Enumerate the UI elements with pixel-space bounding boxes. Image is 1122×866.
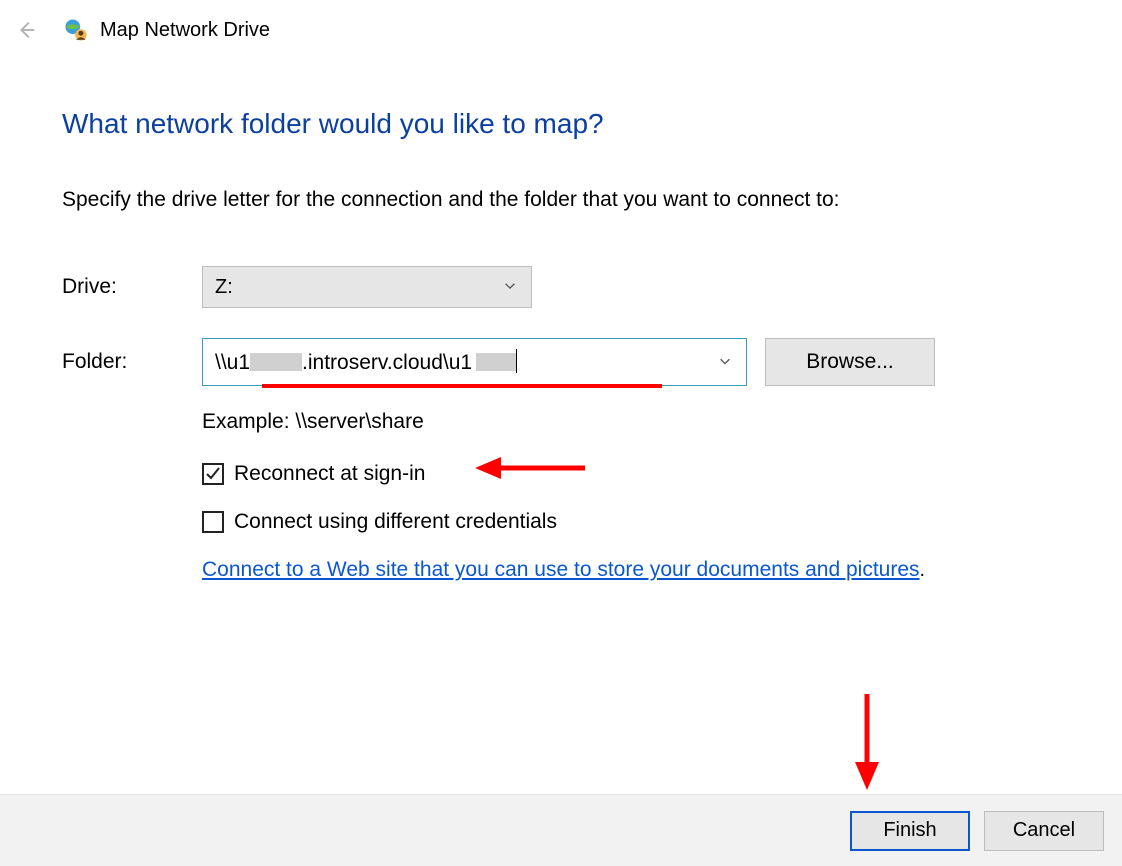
reconnect-checkbox-row[interactable]: Reconnect at sign-in — [202, 462, 1072, 486]
link-row: Connect to a Web site that you can use t… — [202, 558, 1072, 582]
link-suffix: . — [920, 559, 926, 581]
drive-select[interactable]: Z: — [202, 266, 532, 308]
browse-button[interactable]: Browse... — [765, 338, 935, 386]
dialog-footer: Finish Cancel — [0, 794, 1122, 866]
reconnect-label: Reconnect at sign-in — [234, 462, 425, 486]
drive-label: Drive: — [62, 275, 202, 299]
instruction-text: Specify the drive letter for the connect… — [62, 188, 1072, 212]
titlebar: Map Network Drive — [0, 0, 1122, 48]
credentials-checkbox-row[interactable]: Connect using different credentials — [202, 510, 1072, 534]
back-button[interactable] — [12, 16, 40, 44]
annotation-arrow-down — [852, 694, 882, 790]
checkbox-icon — [202, 463, 224, 485]
chevron-down-icon — [718, 350, 732, 374]
network-drive-icon — [62, 16, 90, 44]
annotation-underline — [262, 384, 662, 388]
checkbox-icon — [202, 511, 224, 533]
redacted-text — [250, 353, 302, 371]
page-heading: What network folder would you like to ma… — [62, 108, 1072, 140]
window-title: Map Network Drive — [100, 19, 270, 42]
arrow-left-icon — [15, 19, 37, 41]
browse-button-label: Browse... — [806, 350, 894, 374]
connect-website-link[interactable]: Connect to a Web site that you can use t… — [202, 558, 920, 581]
finish-button[interactable]: Finish — [850, 811, 970, 851]
folder-combobox[interactable]: \\u1.introserv.cloud\u1 — [202, 338, 747, 386]
text-caret — [516, 349, 517, 373]
folder-row: Folder: \\u1.introserv.cloud\u1 Browse..… — [62, 338, 1072, 386]
finish-button-label: Finish — [883, 819, 936, 842]
cancel-button[interactable]: Cancel — [984, 811, 1104, 851]
drive-value: Z: — [215, 276, 233, 299]
dialog-content: What network folder would you like to ma… — [0, 48, 1122, 582]
folder-label: Folder: — [62, 350, 202, 374]
example-text: Example: \\server\share — [202, 410, 1072, 434]
drive-row: Drive: Z: — [62, 266, 1072, 308]
cancel-button-label: Cancel — [1013, 819, 1075, 842]
chevron-down-icon — [503, 276, 517, 299]
redacted-text — [476, 353, 516, 371]
credentials-label: Connect using different credentials — [234, 510, 557, 534]
details-column: Example: \\server\share Reconnect at sig… — [202, 410, 1072, 582]
folder-value: \\u1.introserv.cloud\u1 — [215, 349, 517, 375]
